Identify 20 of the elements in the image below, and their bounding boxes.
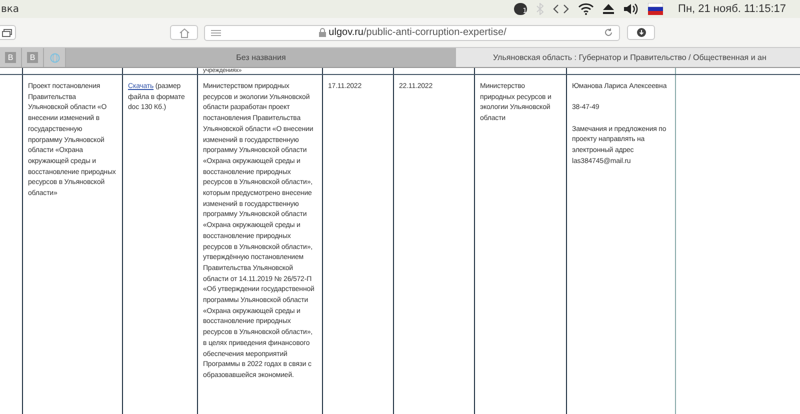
globe-icon bbox=[50, 52, 60, 62]
wifi-icon[interactable] bbox=[578, 3, 594, 15]
reload-icon[interactable] bbox=[604, 28, 613, 37]
tabs-button[interactable] bbox=[0, 25, 16, 40]
app-title: вка bbox=[0, 4, 20, 14]
home-button[interactable] bbox=[170, 25, 198, 40]
clock-text: Пн, 21 нояб. 11:15:17 bbox=[678, 3, 786, 15]
flag-icon[interactable] bbox=[648, 3, 664, 15]
url-text: ulgov.ru/public-anti-corruption-expertise/ bbox=[328, 27, 506, 38]
eject-icon[interactable] bbox=[603, 4, 614, 14]
download-icon bbox=[636, 28, 646, 37]
browser-tab[interactable]: Ульяновская область : Губернатор и Правительство / Общественная и ан bbox=[456, 48, 800, 67]
code-icon[interactable] bbox=[553, 4, 570, 14]
windows-icon bbox=[2, 28, 12, 36]
download-button[interactable] bbox=[627, 25, 655, 40]
address-field[interactable]: ulgov.ru/public-anti-corruption-expertise/ bbox=[204, 24, 620, 40]
home-icon bbox=[178, 28, 190, 38]
browser-tab[interactable]: Без названия bbox=[66, 48, 456, 67]
lock-icon bbox=[318, 28, 326, 37]
volume-icon[interactable] bbox=[623, 3, 640, 15]
